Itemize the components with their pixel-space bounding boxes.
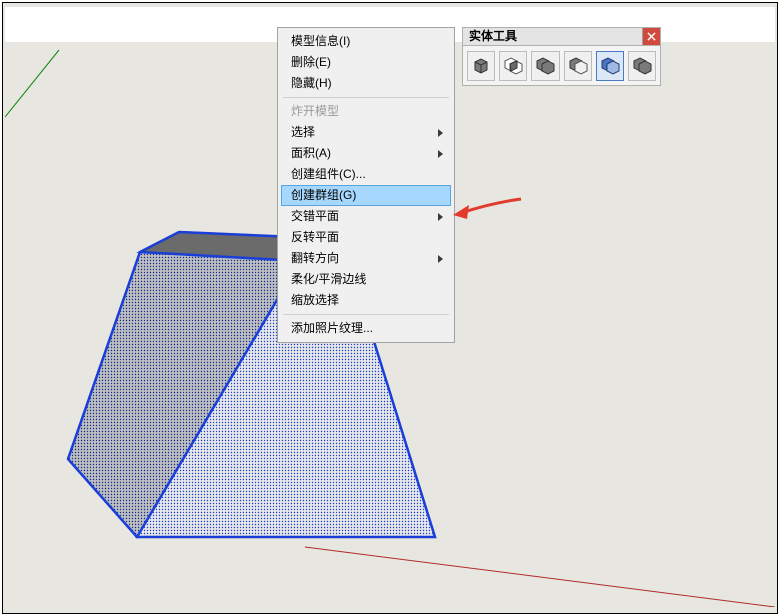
menu-separator (283, 314, 449, 315)
menu-make-component[interactable]: 创建组件(C)... (281, 164, 451, 185)
app-frame: 模型信息(I) 删除(E) 隐藏(H) 炸开模型 选择 面积(A) 创建组件(C… (2, 2, 778, 614)
menu-area[interactable]: 面积(A) (281, 143, 451, 164)
panel-body (462, 46, 661, 86)
split-button[interactable] (628, 51, 656, 81)
split-icon (631, 55, 653, 77)
menu-reverse-faces[interactable]: 反转平面 (281, 227, 451, 248)
panel-titlebar[interactable]: 实体工具 (462, 27, 661, 46)
solid-tools-panel[interactable]: 实体工具 (462, 27, 661, 86)
intersect-button[interactable] (499, 51, 527, 81)
menu-select[interactable]: 选择 (281, 122, 451, 143)
panel-close-button[interactable] (642, 28, 660, 45)
menu-model-info[interactable]: 模型信息(I) (281, 31, 451, 52)
menu-hide[interactable]: 隐藏(H) (281, 73, 451, 94)
union-icon (534, 55, 556, 77)
union-button[interactable] (531, 51, 559, 81)
subtract-icon (567, 55, 589, 77)
menu-flip-along[interactable]: 翻转方向 (281, 248, 451, 269)
menu-add-photo-texture[interactable]: 添加照片纹理... (281, 318, 451, 339)
subtract-button[interactable] (564, 51, 592, 81)
outer-shell-icon (470, 55, 492, 77)
menu-separator (283, 97, 449, 98)
intersect-icon (502, 55, 524, 77)
menu-zoom-selection[interactable]: 缩放选择 (281, 290, 451, 311)
menu-delete[interactable]: 删除(E) (281, 52, 451, 73)
trim-icon (599, 55, 621, 77)
menu-intersect[interactable]: 交错平面 (281, 206, 451, 227)
chevron-right-icon (438, 150, 443, 158)
menu-intersect-label: 交错平面 (291, 209, 339, 223)
menu-flip-along-label: 翻转方向 (291, 251, 339, 265)
chevron-right-icon (438, 129, 443, 137)
menu-area-label: 面积(A) (291, 146, 331, 160)
context-menu: 模型信息(I) 删除(E) 隐藏(H) 炸开模型 选择 面积(A) 创建组件(C… (277, 27, 455, 343)
chevron-right-icon (438, 213, 443, 221)
chevron-right-icon (438, 255, 443, 263)
close-icon (647, 32, 656, 41)
menu-select-label: 选择 (291, 125, 315, 139)
menu-soften-smooth[interactable]: 柔化/平滑边线 (281, 269, 451, 290)
panel-title-text: 实体工具 (469, 29, 517, 43)
menu-explode: 炸开模型 (281, 101, 451, 122)
outer-shell-button[interactable] (467, 51, 495, 81)
trim-button[interactable] (596, 51, 624, 81)
menu-make-group[interactable]: 创建群组(G) (281, 185, 451, 206)
